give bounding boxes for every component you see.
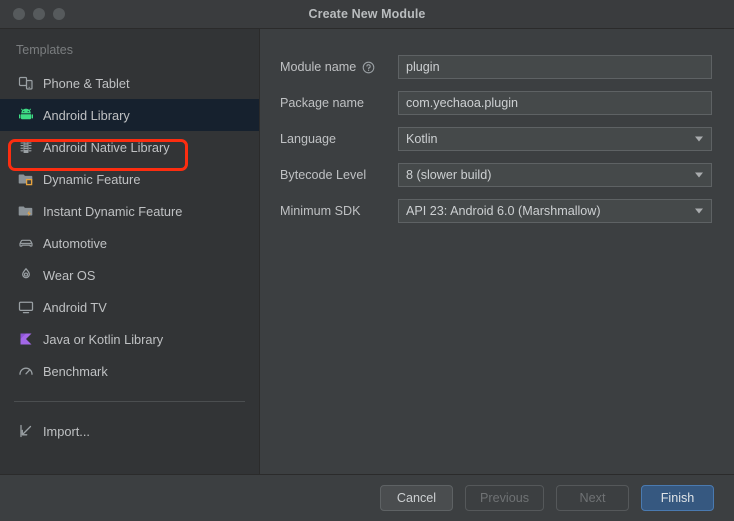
templates-sidebar: Templates Phone & Tablet Android Library… xyxy=(0,29,260,474)
package-name-input[interactable]: com.yechaoa.plugin xyxy=(398,91,712,115)
chevron-down-icon xyxy=(695,172,703,178)
bytecode-level-label: Bytecode Level xyxy=(280,168,367,182)
sidebar-item-android-library[interactable]: Android Library xyxy=(0,99,259,131)
minimize-window-button[interactable] xyxy=(33,8,45,20)
language-select[interactable]: Kotlin xyxy=(398,127,712,151)
previous-button[interactable]: Previous xyxy=(465,485,544,511)
module-name-value: plugin xyxy=(406,60,440,74)
dialog-title: Create New Module xyxy=(308,7,426,21)
sidebar-item-instant-dynamic-feature[interactable]: Instant Dynamic Feature xyxy=(0,195,259,227)
create-new-module-dialog: Create New Module Templates Phone & Tabl… xyxy=(0,0,734,521)
module-form: Module name plugin Package name com.yech… xyxy=(260,29,734,474)
form-row-package-name: Package name com.yechaoa.plugin xyxy=(280,91,712,115)
help-icon[interactable] xyxy=(362,61,375,74)
car-icon xyxy=(18,235,34,251)
language-value: Kotlin xyxy=(406,132,438,146)
bytecode-level-value: 8 (slower build) xyxy=(406,168,492,182)
kotlin-k-icon xyxy=(18,331,34,347)
sidebar-item-phone-tablet[interactable]: Phone & Tablet xyxy=(0,67,259,99)
sidebar-item-label: Benchmark xyxy=(43,363,108,379)
sidebar-item-benchmark[interactable]: Benchmark xyxy=(0,355,259,387)
android-robot-icon xyxy=(18,107,34,123)
sidebar-item-label: Android Library xyxy=(43,107,130,123)
sidebar-item-android-native-library[interactable]: Android Native Library xyxy=(0,131,259,163)
dialog-body: Templates Phone & Tablet Android Library… xyxy=(0,29,734,474)
form-row-bytecode-level: Bytecode Level 8 (slower build) xyxy=(280,163,712,187)
gauge-icon xyxy=(18,363,34,379)
sidebar-item-label: Import... xyxy=(43,423,90,439)
instant-dynamic-feature-folder-icon xyxy=(18,203,34,219)
module-name-label-group: Module name xyxy=(280,60,398,74)
minimum-sdk-label: Minimum SDK xyxy=(280,204,361,218)
sidebar-item-label: Java or Kotlin Library xyxy=(43,331,164,347)
sidebar-item-label: Android TV xyxy=(43,299,107,315)
package-name-value: com.yechaoa.plugin xyxy=(406,96,519,110)
tv-monitor-icon xyxy=(18,299,34,315)
package-name-label: Package name xyxy=(280,96,365,110)
minimum-sdk-select[interactable]: API 23: Android 6.0 (Marshmallow) xyxy=(398,199,712,223)
templates-section-title: Templates xyxy=(16,43,73,57)
form-row-language: Language Kotlin xyxy=(280,127,712,151)
template-list: Phone & Tablet Android Library Android N… xyxy=(0,67,259,387)
chevron-down-icon xyxy=(695,136,703,142)
sidebar-item-android-tv[interactable]: Android TV xyxy=(0,291,259,323)
phone-tablet-icon xyxy=(18,75,34,91)
bytecode-level-select[interactable]: 8 (slower build) xyxy=(398,163,712,187)
chevron-down-icon xyxy=(695,208,703,214)
native-chip-icon xyxy=(18,139,34,155)
sidebar-item-automotive[interactable]: Automotive xyxy=(0,227,259,259)
title-bar: Create New Module xyxy=(0,0,734,29)
cancel-button[interactable]: Cancel xyxy=(380,485,453,511)
minimum-sdk-value: API 23: Android 6.0 (Marshmallow) xyxy=(406,204,601,218)
sidebar-item-import[interactable]: Import... xyxy=(0,415,259,447)
sidebar-item-label: Dynamic Feature xyxy=(43,171,141,187)
sidebar-item-label: Instant Dynamic Feature xyxy=(43,203,183,219)
module-name-label: Module name xyxy=(280,60,357,74)
sidebar-item-label: Wear OS xyxy=(43,267,96,283)
dialog-footer: Cancel Previous Next Finish xyxy=(0,474,734,521)
dynamic-feature-folder-icon xyxy=(18,171,34,187)
maximize-window-button[interactable] xyxy=(53,8,65,20)
watch-icon xyxy=(18,267,34,283)
finish-button[interactable]: Finish xyxy=(641,485,714,511)
sidebar-item-java-or-kotlin-library[interactable]: Java or Kotlin Library xyxy=(0,323,259,355)
sidebar-separator xyxy=(14,401,245,402)
form-row-module-name: Module name plugin xyxy=(280,55,712,79)
sidebar-item-label: Android Native Library xyxy=(43,139,170,155)
sidebar-item-label: Automotive xyxy=(43,235,108,251)
module-name-input[interactable]: plugin xyxy=(398,55,712,79)
language-label: Language xyxy=(280,132,337,146)
next-button[interactable]: Next xyxy=(556,485,629,511)
window-controls xyxy=(0,8,65,20)
sidebar-item-dynamic-feature[interactable]: Dynamic Feature xyxy=(0,163,259,195)
close-window-button[interactable] xyxy=(13,8,25,20)
sidebar-item-label: Phone & Tablet xyxy=(43,75,130,91)
form-row-minimum-sdk: Minimum SDK API 23: Android 6.0 (Marshma… xyxy=(280,199,712,223)
import-arrow-icon xyxy=(18,423,34,439)
sidebar-item-wear-os[interactable]: Wear OS xyxy=(0,259,259,291)
